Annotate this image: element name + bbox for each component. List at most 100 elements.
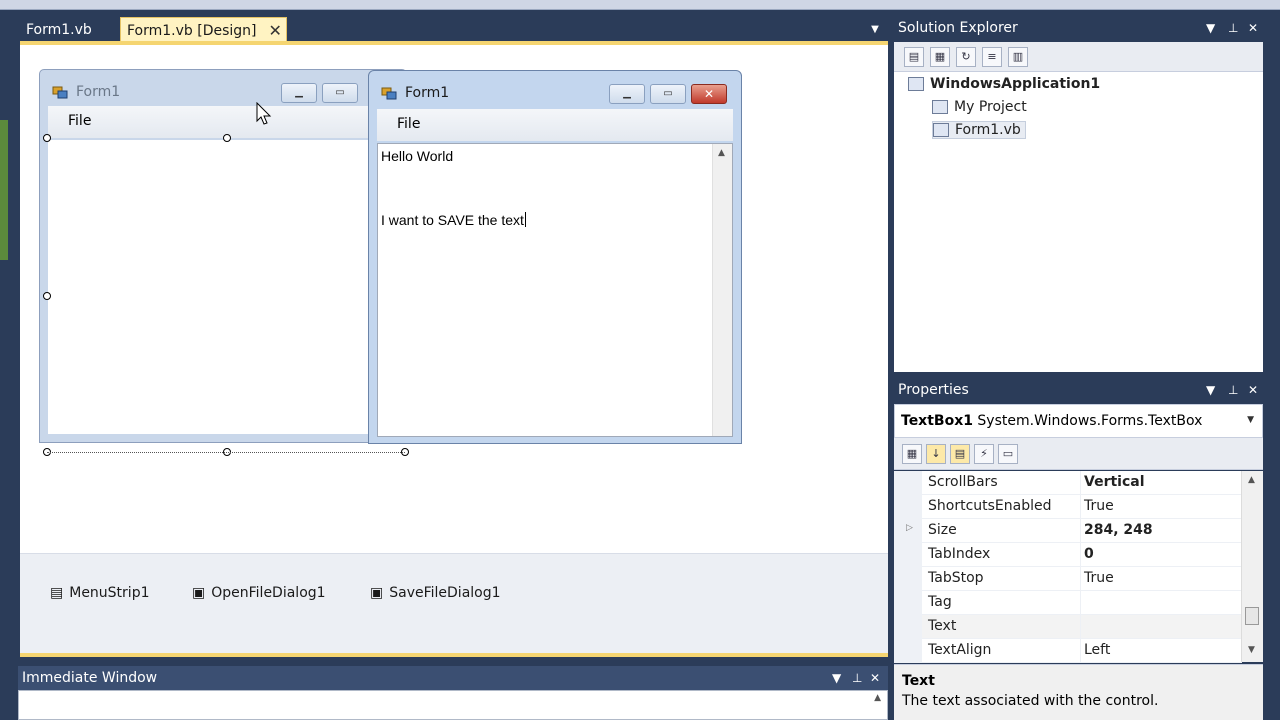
selection-outline <box>47 452 405 453</box>
property-grid-scrollbar[interactable]: ▲ ▼ <box>1241 471 1263 662</box>
close-icon[interactable]: ✕ <box>1248 16 1258 40</box>
pin-icon[interactable]: ⊥ <box>852 666 862 690</box>
run-menu-strip[interactable]: File <box>377 109 733 141</box>
dialog-icon: ▣ <box>370 585 384 601</box>
minimize-button[interactable]: ▁ <box>609 84 645 104</box>
property-gutter <box>894 495 922 519</box>
property-value[interactable]: Vertical <box>1080 471 1145 495</box>
object-type: System.Windows.Forms.TextBox <box>977 413 1203 429</box>
close-button[interactable]: ✕ <box>691 84 727 104</box>
view-code-icon[interactable]: ≡ <box>982 46 1002 67</box>
form-file-icon <box>933 123 949 137</box>
chevron-down-icon[interactable]: ▼ <box>868 24 882 38</box>
selection-grip[interactable] <box>43 134 51 142</box>
close-icon[interactable]: ✕ <box>1248 378 1258 402</box>
textbox1[interactable]: Hello World I want to SAVE the text ▲ <box>377 143 733 437</box>
object-selector[interactable]: TextBox1 System.Windows.Forms.TextBox ▼ <box>894 404 1263 438</box>
property-description: Text The text associated with the contro… <box>894 664 1263 720</box>
scroll-up-icon[interactable]: ▲ <box>718 148 725 158</box>
design-form-title: Form1 <box>76 84 121 100</box>
properties-icon[interactable]: ▤ <box>904 46 924 67</box>
design-form[interactable]: Form1 ▁ ▭ File <box>39 69 407 443</box>
categorized-icon[interactable]: ▦ <box>902 443 922 464</box>
run-menu-file[interactable]: File <box>397 116 420 132</box>
running-form-window[interactable]: Form1 ▁ ▭ ✕ File Hello World I want to S… <box>368 70 742 444</box>
project-icon <box>908 77 924 91</box>
properties-icon[interactable]: ▤ <box>950 443 970 464</box>
pin-icon[interactable]: ⊥ <box>1228 16 1238 40</box>
property-row[interactable]: Text <box>894 615 1242 639</box>
tree-item-solution[interactable]: WindowsApplication1 <box>908 76 1100 92</box>
chevron-down-icon[interactable]: ▼ <box>832 666 841 690</box>
chevron-down-icon[interactable]: ▼ <box>1247 415 1254 425</box>
property-row[interactable]: TabIndex 0 <box>894 543 1242 567</box>
tree-item-label: My Project <box>954 99 1027 115</box>
expand-icon[interactable]: ▷ <box>906 523 913 533</box>
maximize-button[interactable]: ▭ <box>650 84 686 104</box>
mouse-cursor-icon <box>256 102 272 125</box>
properties-toolbar: ▦ ↓ ▤ ⚡ ▭ <box>894 438 1263 470</box>
immediate-window-body[interactable]: ▲ <box>18 690 888 720</box>
minimize-icon: ▁ <box>281 83 317 103</box>
tab-form1-design[interactable]: Form1.vb [Design] ✕ <box>120 17 287 43</box>
tab-label: Form1.vb [Design] <box>127 22 257 39</box>
show-all-files-icon[interactable]: ▦ <box>930 46 950 67</box>
property-value[interactable]: True <box>1080 495 1114 519</box>
refresh-icon[interactable]: ↻ <box>956 46 976 67</box>
immediate-window-title: Immediate Window <box>22 670 158 686</box>
property-row[interactable]: TextAlign Left <box>894 639 1242 663</box>
tray-item-savefiledialog[interactable]: ▣ SaveFileDialog1 <box>370 585 501 601</box>
property-row[interactable]: TabStop True <box>894 567 1242 591</box>
property-value[interactable] <box>1080 615 1084 639</box>
textbox-scrollbar[interactable]: ▲ <box>712 144 732 436</box>
designer-surface: Form1 ▁ ▭ File Form1 ▁ ▭ ✕ File Hello Wo… <box>20 41 888 657</box>
property-value[interactable]: Left <box>1080 639 1110 663</box>
tray-item-label: OpenFileDialog1 <box>211 585 326 601</box>
property-gutter <box>894 567 922 591</box>
description-title: Text <box>902 673 935 689</box>
chevron-down-icon[interactable]: ▼ <box>1206 16 1215 40</box>
property-name: Size <box>928 522 957 538</box>
property-value[interactable] <box>1080 591 1084 615</box>
property-row[interactable]: ScrollBars Vertical <box>894 471 1242 495</box>
property-value[interactable]: True <box>1080 567 1114 591</box>
tray-item-label: MenuStrip1 <box>69 585 150 601</box>
chevron-down-icon[interactable]: ▼ <box>1206 378 1215 402</box>
form-icon <box>381 87 397 100</box>
property-row[interactable]: ▷ Size 284, 248 <box>894 519 1242 543</box>
immediate-window-header: Immediate Window ▼ ⊥ ✕ <box>18 666 888 690</box>
tree-item-my-project[interactable]: My Project <box>932 99 1027 115</box>
tray-item-openfiledialog[interactable]: ▣ OpenFileDialog1 <box>192 585 326 601</box>
tab-form1-vb[interactable]: Form1.vb <box>20 17 98 43</box>
pin-icon[interactable]: ⊥ <box>1228 378 1238 402</box>
scroll-up-icon[interactable]: ▲ <box>1248 475 1255 485</box>
selection-grip[interactable] <box>223 134 231 142</box>
property-value[interactable]: 284, 248 <box>1080 519 1153 543</box>
scroll-down-icon[interactable]: ▼ <box>1248 645 1255 655</box>
property-gutter: ▷ <box>894 519 922 543</box>
design-menu-strip[interactable]: File <box>48 106 398 138</box>
design-client-area[interactable] <box>48 140 400 434</box>
view-designer-icon[interactable]: ▥ <box>1008 46 1028 67</box>
close-icon[interactable]: ✕ <box>269 22 282 39</box>
solution-explorer-toolbar: ▤ ▦ ↻ ≡ ▥ <box>894 42 1263 72</box>
property-value[interactable]: 0 <box>1080 543 1094 567</box>
description-text: The text associated with the control. <box>902 693 1159 709</box>
property-name: TabStop <box>928 570 984 586</box>
selection-grip[interactable] <box>43 292 51 300</box>
events-icon[interactable]: ⚡ <box>974 443 994 464</box>
property-gutter <box>894 615 922 639</box>
property-grid: ScrollBars Vertical ShortcutsEnabled True ▷ S… <box>894 471 1263 663</box>
property-row[interactable]: ShortcutsEnabled True <box>894 495 1242 519</box>
design-menu-file[interactable]: File <box>68 113 91 129</box>
scroll-up-icon[interactable]: ▲ <box>874 693 881 703</box>
alphabetical-icon[interactable]: ↓ <box>926 443 946 464</box>
solution-explorer-title: Solution Explorer <box>898 20 1018 36</box>
close-icon[interactable]: ✕ <box>870 666 880 690</box>
scroll-thumb[interactable] <box>1245 607 1259 625</box>
tree-item-form1[interactable]: Form1.vb <box>932 121 1026 139</box>
property-pages-icon[interactable]: ▭ <box>998 443 1018 464</box>
property-row[interactable]: Tag <box>894 591 1242 615</box>
top-toolbar-strip <box>0 0 1280 10</box>
tray-item-menustrip[interactable]: ▤ MenuStrip1 <box>50 585 150 601</box>
